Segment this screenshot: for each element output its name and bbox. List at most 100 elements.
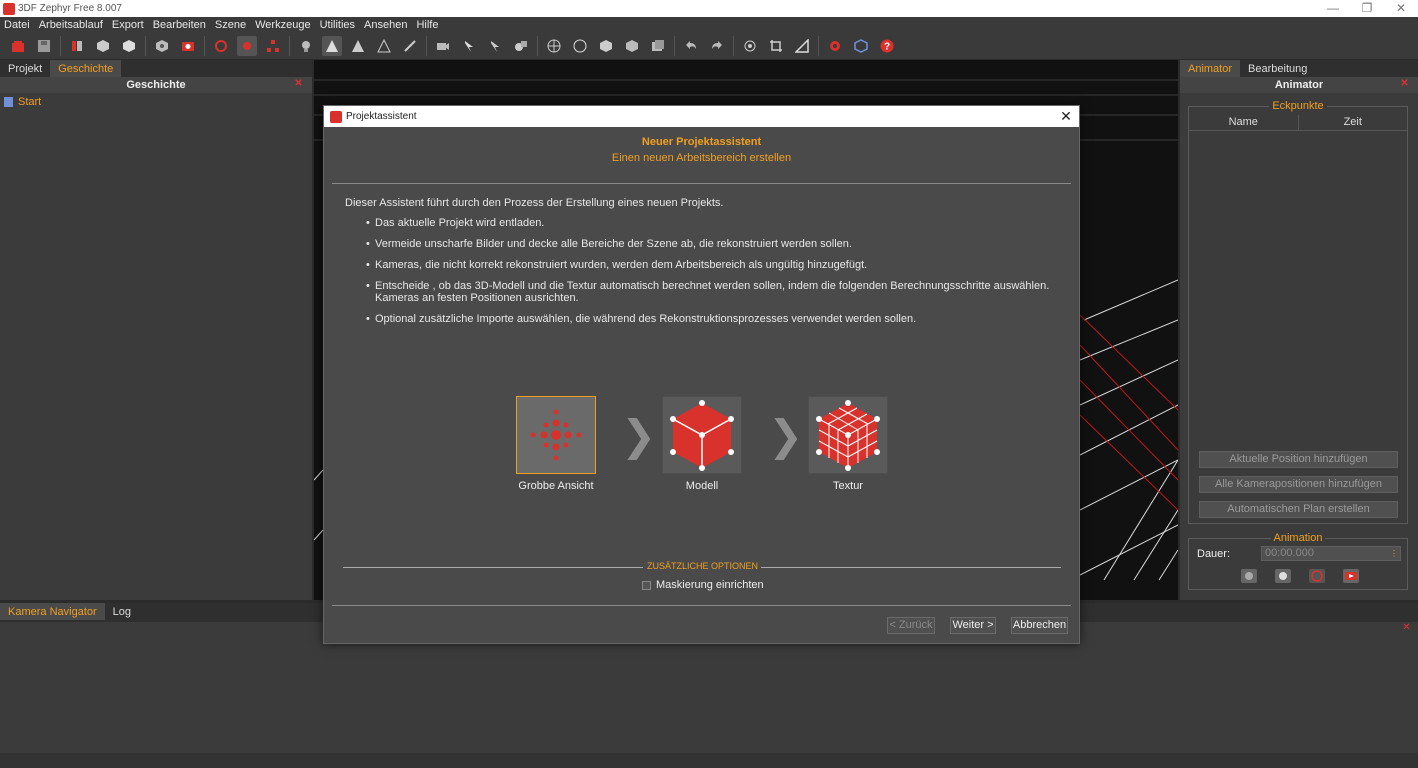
list-item: • Optional zusätzliche Importe auswählen,… [366,313,917,325]
menu-szene[interactable]: Szene [215,19,246,31]
ruler-icon[interactable] [792,36,812,56]
menu-utilities[interactable]: Utilities [320,19,355,31]
dialog-app-icon [330,110,342,123]
pointer-icon[interactable] [459,36,479,56]
pointer-select-icon[interactable] [485,36,505,56]
cube-view-icon[interactable] [851,36,871,56]
list-item: • Kameras, die nicht korrekt rekonstruier… [366,259,868,271]
orbit-icon[interactable] [740,36,760,56]
step-model-label: Modell [685,480,719,492]
undo-icon[interactable] [681,36,701,56]
tab-geschichte[interactable]: Geschichte [50,60,122,77]
refresh-icon[interactable] [211,36,231,56]
title-bar: 3DF Zephyr Free 8.007 — ❐ ✕ [0,0,1418,17]
sparse-cloud-icon[interactable] [93,36,113,56]
cancel-button[interactable]: Abbrechen [1011,617,1068,634]
project-wizard-dialog: Projektassistent ✕ Neuer Projektassisten… [323,105,1080,644]
help-icon[interactable]: ? [877,36,897,56]
menu-ansehen[interactable]: Ansehen [364,19,407,31]
menu-arbeitsablauf[interactable]: Arbeitsablauf [39,19,103,31]
hexagon-alt-icon[interactable] [622,36,642,56]
close-bottom-panel-icon[interactable]: ✕ [1401,623,1412,634]
create-automatic-plan-button[interactable]: Automatischen Plan erstellen [1199,501,1398,518]
play-icon[interactable] [1241,569,1257,583]
settings-icon[interactable] [825,36,845,56]
camera-icon[interactable] [178,36,198,56]
dialog-header: Neuer Projektassistent Einen neuen Arbei… [324,136,1079,164]
close-animator-icon[interactable]: ✕ [1399,79,1410,90]
mesh-solid-icon[interactable] [322,36,342,56]
menu-export[interactable]: Export [112,19,144,31]
add-current-position-button[interactable]: Aktuelle Position hinzufügen [1199,451,1398,468]
list-item: • Entscheide , ob das 3D-Modell und die T… [366,280,1050,304]
menu-datei[interactable]: Datei [4,19,30,31]
step-texture-button[interactable] [808,396,888,474]
sphere-grid-icon[interactable] [544,36,564,56]
app-icon [3,2,15,15]
sphere-icon[interactable] [570,36,590,56]
main-toolbar: ? [0,33,1418,60]
close-history-icon[interactable]: ✕ [293,79,304,90]
tab-animator[interactable]: Animator [1180,60,1241,77]
redo-icon[interactable] [707,36,727,56]
svg-text:?: ? [884,42,890,53]
duration-value: 00:00.000 [1265,547,1314,559]
dense-cloud-icon[interactable] [119,36,139,56]
mesh-outline-icon[interactable] [374,36,394,56]
tab-projekt[interactable]: Projekt [0,60,50,77]
menu-hilfe[interactable]: Hilfe [416,19,438,31]
new-project-icon[interactable] [8,36,28,56]
filter-cameras-icon[interactable] [67,36,87,56]
tab-kamera-navigator[interactable]: Kamera Navigator [0,603,105,620]
list-item: • Das aktuelle Projekt wird entladen. [366,217,545,229]
crop-icon[interactable] [766,36,786,56]
chevron-right-icon: ❯ [621,411,657,460]
images-icon[interactable] [648,36,668,56]
menu-werkzeuge[interactable]: Werkzeuge [255,19,310,31]
lightbulb-icon[interactable] [296,36,316,56]
restore-icon[interactable]: ❐ [1350,0,1384,17]
export-video-icon[interactable] [1343,569,1359,583]
masking-option[interactable]: Maskierung einrichten [642,579,764,591]
stop-icon[interactable] [1275,569,1291,583]
duration-input[interactable]: 00:00.000 ⋮ [1261,546,1401,561]
cube-model-icon [670,400,734,471]
column-name[interactable]: Name [1189,115,1299,130]
hexagon-icon[interactable] [596,36,616,56]
history-panel-title: Geschichte [126,79,186,91]
tab-bearbeitung[interactable]: Bearbeitung [1240,60,1315,77]
dialog-close-icon[interactable]: ✕ [1059,108,1073,124]
next-button[interactable]: Weiter > [950,617,996,634]
step-sparse-label: Grobbe Ansicht [518,480,594,492]
mesh-wire-icon[interactable] [348,36,368,56]
close-window-icon[interactable]: ✕ [1384,0,1418,17]
shapes-icon[interactable] [511,36,531,56]
animation-group: Animation Dauer: 00:00.000 ⋮ [1188,532,1408,590]
dialog-bullet-list: • Das aktuelle Projekt wird entladen. • Ve… [366,217,1056,334]
step-model-button[interactable] [662,396,742,474]
back-button[interactable]: < Zurück [887,617,935,634]
brush-icon[interactable] [400,36,420,56]
masking-checkbox[interactable] [642,580,651,590]
column-zeit[interactable]: Zeit [1299,115,1408,130]
dialog-heading: Neuer Projektassistent [641,136,762,148]
save-icon[interactable] [34,36,54,56]
minimize-icon[interactable]: — [1316,0,1350,17]
duration-spinner-icon[interactable]: ⋮ [1390,547,1398,560]
tab-log[interactable]: Log [105,603,139,620]
step-sparse-button[interactable] [516,396,596,474]
dialog-title: Projektassistent [346,111,417,122]
record-icon[interactable] [237,36,257,56]
left-tabs: Projekt Geschichte [0,60,312,77]
dialog-title-bar: Projektassistent ✕ [324,106,1079,127]
add-all-camera-positions-button[interactable]: Alle Kamerapositionen hinzufügen [1199,476,1398,493]
right-tabs: Animator Bearbeitung [1180,60,1418,77]
list-item: • Vermeide unscharfe Bilder und decke all… [366,238,852,250]
sparse-points-icon [530,409,582,461]
hierarchy-icon[interactable] [263,36,283,56]
menu-bearbeiten[interactable]: Bearbeiten [153,19,206,31]
history-item-start[interactable]: Start [0,93,312,111]
record-animation-icon[interactable] [1309,569,1325,583]
video-camera-icon[interactable] [433,36,453,56]
mesh-settings-icon[interactable] [152,36,172,56]
